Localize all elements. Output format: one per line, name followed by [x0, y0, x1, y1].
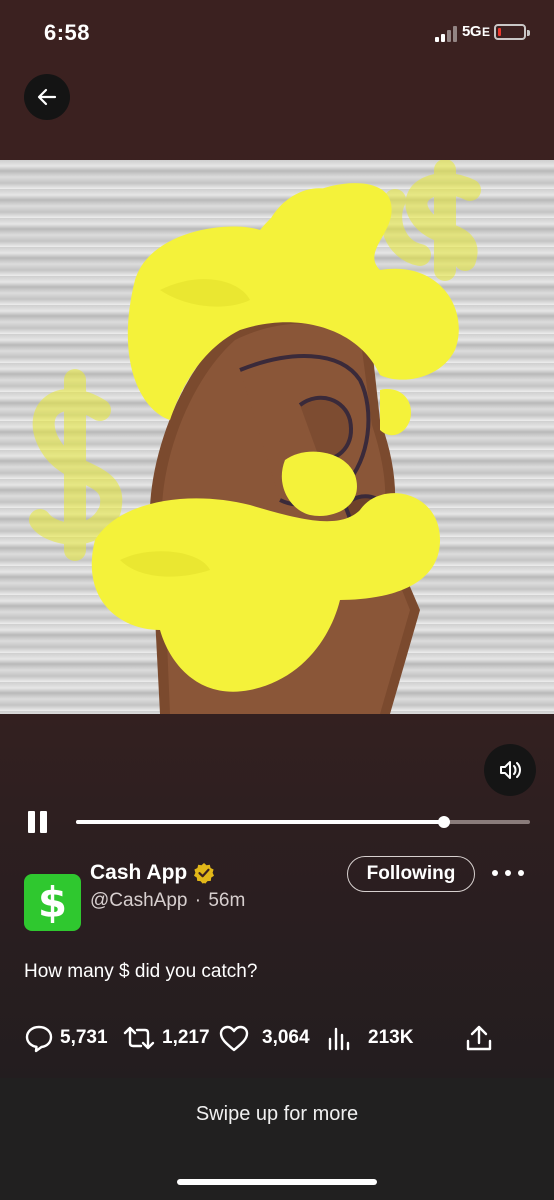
signal-icon	[435, 26, 459, 42]
video-player[interactable]	[0, 160, 554, 714]
like-button[interactable]: 3,064	[218, 1018, 310, 1058]
views-button[interactable]: 213K	[326, 1018, 413, 1058]
video-frame	[29, 160, 481, 714]
arrow-left-icon	[37, 88, 57, 106]
separator: ·	[194, 890, 202, 911]
views-count: 213K	[368, 1027, 414, 1048]
scrubber-handle[interactable]	[437, 816, 450, 828]
playback-progress-fill	[76, 820, 444, 824]
network-label: 5GE	[462, 23, 490, 40]
reply-button[interactable]: 5,731	[24, 1018, 108, 1058]
share-upload-icon	[466, 1025, 492, 1051]
author-name-row: Cash App	[90, 861, 215, 885]
engagement-bar: 5,731 1,217 3,064 213K	[0, 1018, 554, 1058]
status-bar: 6:58 5GE	[0, 0, 554, 66]
battery-fill	[498, 28, 501, 36]
following-button[interactable]: Following	[347, 856, 475, 892]
account-name[interactable]: Cash App	[90, 861, 187, 885]
bar-chart-icon	[328, 1027, 350, 1051]
status-time: 6:58	[44, 20, 91, 45]
speaker-volume-icon	[500, 761, 521, 779]
retweet-icon	[123, 1026, 155, 1050]
post-time: 56m	[208, 890, 246, 911]
reply-bubble-icon	[25, 1025, 53, 1053]
pause-icon	[28, 811, 35, 833]
tweet-text: How many $ did you catch?	[24, 961, 258, 982]
account-handle[interactable]: @CashApp	[90, 890, 187, 911]
avatar[interactable]: $	[24, 874, 81, 931]
volume-button[interactable]	[484, 744, 536, 796]
heart-icon	[219, 1025, 249, 1052]
handle-row: @CashApp · 56m	[90, 890, 245, 912]
home-indicator[interactable]	[177, 1179, 377, 1185]
like-count: 3,064	[262, 1027, 310, 1048]
back-button[interactable]	[24, 74, 70, 120]
battery-icon	[494, 24, 530, 40]
reply-count: 5,731	[60, 1027, 108, 1048]
swipe-up-hint[interactable]: Swipe up for more	[0, 1103, 554, 1126]
avatar-symbol: $	[37, 877, 68, 927]
verified-badge-icon	[194, 863, 215, 884]
more-dots-icon	[492, 870, 498, 876]
playback-scrubber[interactable]	[76, 816, 530, 828]
retweet-button[interactable]: 1,217	[122, 1018, 210, 1058]
retweet-count: 1,217	[162, 1027, 210, 1048]
share-button[interactable]	[464, 1018, 494, 1058]
pause-button[interactable]	[24, 808, 52, 836]
more-options-button[interactable]	[492, 862, 524, 884]
